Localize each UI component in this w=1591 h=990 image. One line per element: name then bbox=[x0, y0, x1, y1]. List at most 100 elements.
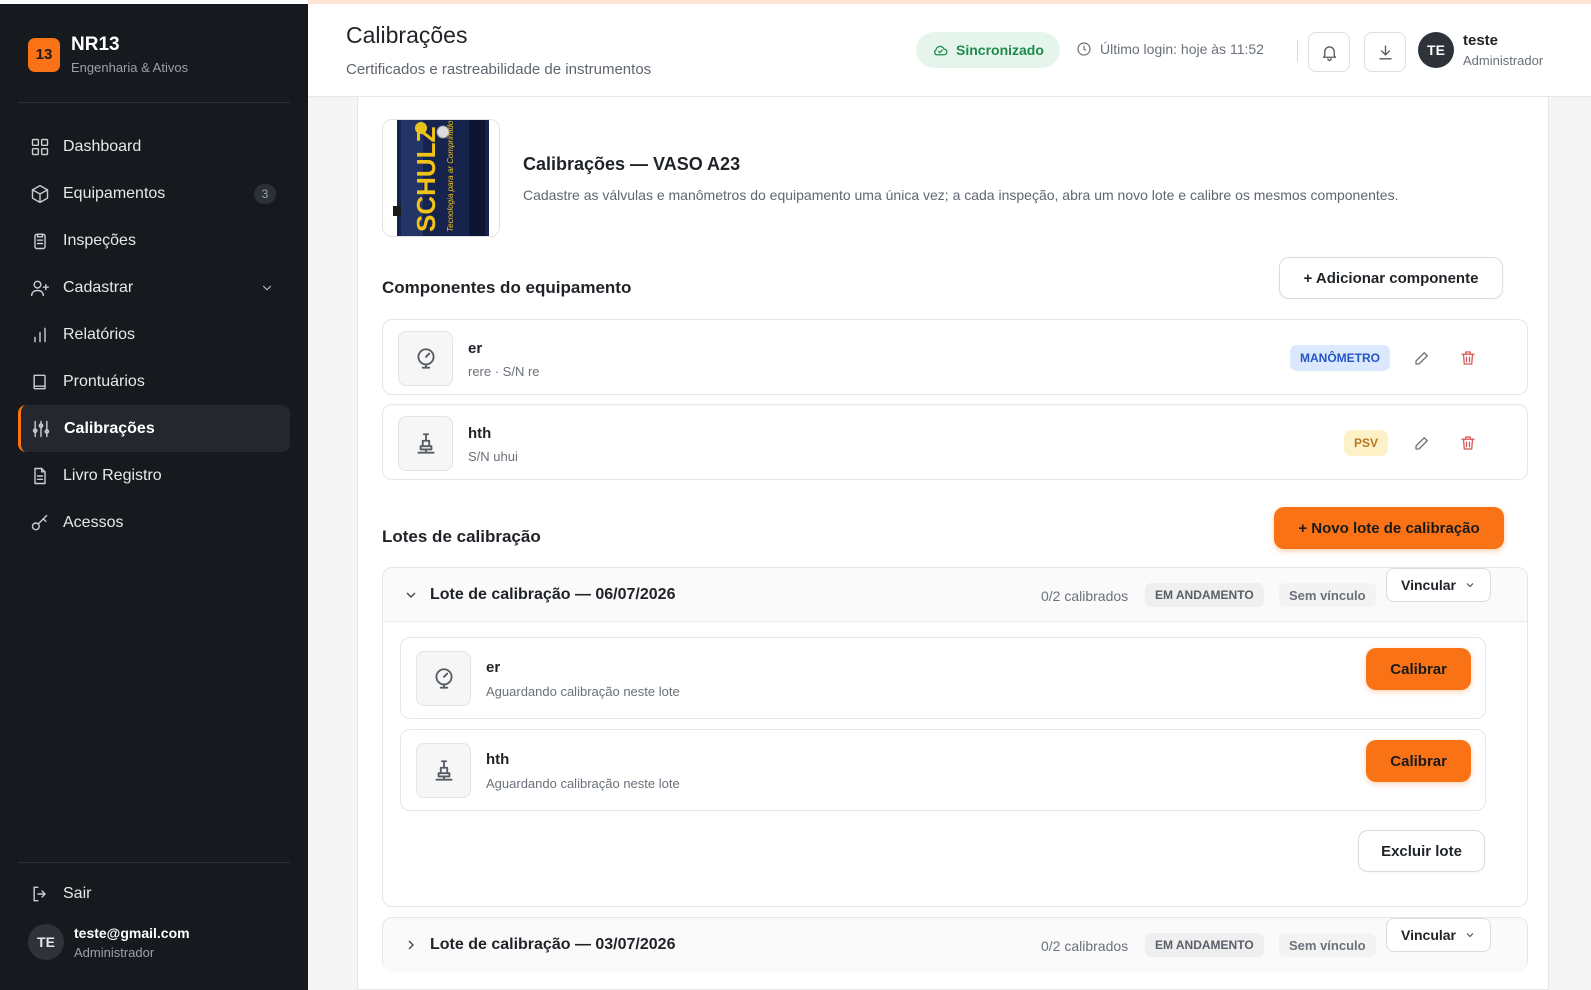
component-row[interactable]: er rere · S/N re MANÔMETRO bbox=[382, 319, 1528, 395]
chevron-down-icon bbox=[1466, 583, 1474, 588]
clock-icon bbox=[1077, 42, 1091, 56]
lotes-section-title: Lotes de calibração bbox=[382, 527, 541, 546]
sidebar-nav: Dashboard Equipamentos 3 Inspeções Cadas… bbox=[18, 123, 290, 546]
trash-icon bbox=[1461, 351, 1475, 365]
lote-header[interactable]: Lote de calibração — 06/07/2026 0/2 cali… bbox=[383, 568, 1527, 622]
calibrar-button[interactable]: Calibrar bbox=[1366, 648, 1471, 690]
sidebar-item-label: Relatórios bbox=[63, 325, 136, 343]
sidebar-item-equipamentos[interactable]: Equipamentos 3 bbox=[18, 170, 290, 217]
sliders-icon bbox=[32, 420, 50, 437]
lote-progress: 0/2 calibrados bbox=[1041, 588, 1129, 604]
logout-label: Sair bbox=[63, 885, 92, 902]
component-meta: S/N uhui bbox=[468, 449, 518, 464]
edit-component-button[interactable] bbox=[1411, 347, 1433, 369]
equipment-photo: SCHULZ Tecnologia para ar Comprimido bbox=[383, 120, 499, 236]
lote-progress: 0/2 calibrados bbox=[1041, 938, 1129, 954]
lote-header[interactable]: Lote de calibração — 03/07/2026 0/2 cali… bbox=[383, 918, 1527, 972]
component-name: hth bbox=[468, 425, 492, 442]
sidebar-item-inspecoes[interactable]: Inspeções bbox=[18, 217, 290, 264]
vincular-label: Vincular bbox=[1401, 577, 1456, 593]
lote-link-badge: Sem vínculo bbox=[1279, 583, 1376, 607]
lote-status-badge: EM ANDAMENTO bbox=[1145, 933, 1264, 957]
sidebar-item-label: Livro Registro bbox=[63, 466, 162, 484]
sidebar-user[interactable]: TE teste@gmail.com Administrador bbox=[28, 924, 190, 960]
lote-entry: hth Aguardando calibração neste lote Cal… bbox=[400, 729, 1486, 811]
equipment-title: Calibrações — VASO A23 bbox=[523, 154, 741, 174]
notifications-button[interactable] bbox=[1308, 32, 1350, 72]
brand[interactable]: 13 NR13 Engenharia & Ativos bbox=[28, 34, 188, 75]
vincular-dropdown[interactable]: Vincular bbox=[1386, 918, 1491, 952]
components-section-title: Componentes do equipamento bbox=[382, 278, 632, 297]
last-login: Último login: hoje às 11:52 bbox=[1076, 41, 1264, 57]
brand-logo: 13 bbox=[28, 37, 60, 72]
sidebar-divider bbox=[18, 102, 290, 103]
user-role: Administrador bbox=[74, 944, 155, 960]
sidebar-item-label: Equipamentos bbox=[63, 184, 166, 202]
header-user-menu[interactable]: TE teste Administrador bbox=[1418, 32, 1543, 68]
lote-status-badge: EM ANDAMENTO bbox=[1145, 583, 1264, 607]
new-lote-button[interactable]: + Novo lote de calibração bbox=[1274, 507, 1504, 549]
sync-label: Sincronizado bbox=[956, 42, 1044, 58]
add-component-button[interactable]: + Adicionar componente bbox=[1279, 257, 1503, 299]
last-login-text: Último login: hoje às 11:52 bbox=[1100, 41, 1264, 57]
sidebar-item-label: Prontuários bbox=[63, 372, 145, 390]
logout-button[interactable]: Sair bbox=[18, 874, 290, 914]
cloud-check-icon bbox=[934, 45, 948, 55]
delete-component-button[interactable] bbox=[1457, 432, 1479, 454]
user-plus-icon bbox=[30, 280, 50, 296]
page-subtitle: Certificados e rastreabilidade de instru… bbox=[346, 61, 652, 78]
lote-title: Lote de calibração — 06/07/2026 bbox=[430, 586, 676, 603]
brand-mark: SCHULZ bbox=[411, 126, 441, 232]
gauge-icon bbox=[416, 651, 471, 706]
logout-icon bbox=[33, 886, 47, 902]
equipment-description: Cadastre as válvulas e manômetros do equ… bbox=[523, 187, 1399, 203]
avatar: TE bbox=[28, 924, 64, 960]
lote-panel: Lote de calibração — 03/07/2026 0/2 cali… bbox=[382, 917, 1528, 972]
user-email: teste@gmail.com bbox=[74, 924, 190, 941]
sidebar-divider bbox=[18, 862, 290, 863]
sidebar-item-calibracoes[interactable]: Calibrações bbox=[18, 405, 290, 452]
vincular-label: Vincular bbox=[1401, 927, 1456, 943]
calibration-card: SCHULZ Tecnologia para ar Comprimido Cal… bbox=[357, 97, 1549, 990]
lote-entry: er Aguardando calibração neste lote Cali… bbox=[400, 637, 1486, 719]
header-divider bbox=[1297, 40, 1298, 62]
chevron-right-icon bbox=[408, 940, 414, 950]
trash-icon bbox=[1461, 436, 1475, 450]
sidebar-item-acessos[interactable]: Acessos bbox=[18, 499, 290, 546]
valve-icon bbox=[416, 743, 471, 798]
lote-entry-status: Aguardando calibração neste lote bbox=[486, 684, 680, 699]
equipment-thumbnail: SCHULZ Tecnologia para ar Comprimido bbox=[382, 119, 500, 237]
page-title: Calibrações bbox=[346, 22, 468, 48]
chevron-down-icon bbox=[263, 285, 271, 290]
bar-chart-icon bbox=[34, 327, 46, 342]
component-type-badge: PSV bbox=[1344, 430, 1389, 456]
avatar: TE bbox=[1418, 32, 1454, 68]
sync-status-badge: Sincronizado bbox=[916, 32, 1060, 68]
vincular-dropdown[interactable]: Vincular bbox=[1386, 568, 1491, 602]
sidebar-item-livro-registro[interactable]: Livro Registro bbox=[18, 452, 290, 499]
chevron-down-icon bbox=[1466, 933, 1474, 938]
delete-lote-button[interactable]: Excluir lote bbox=[1358, 830, 1485, 872]
bell-icon bbox=[1322, 45, 1336, 61]
component-meta: rere · S/N re bbox=[468, 364, 540, 379]
download-button[interactable] bbox=[1364, 32, 1406, 72]
sidebar-item-cadastrar[interactable]: Cadastrar bbox=[18, 264, 290, 311]
user-name: teste bbox=[1463, 32, 1499, 49]
sidebar-item-prontuarios[interactable]: Prontuários bbox=[18, 358, 290, 405]
page-header: Calibrações Certificados e rastreabilida… bbox=[308, 0, 1591, 97]
component-row[interactable]: hth S/N uhui PSV bbox=[382, 404, 1528, 480]
sidebar-item-label: Dashboard bbox=[63, 137, 142, 155]
lote-panel: Lote de calibração — 06/07/2026 0/2 cali… bbox=[382, 567, 1528, 907]
edit-component-button[interactable] bbox=[1411, 432, 1433, 454]
lote-entry-name: hth bbox=[486, 751, 510, 768]
brand-tagline: Tecnologia para ar Comprimido bbox=[446, 120, 455, 232]
calibrar-button[interactable]: Calibrar bbox=[1366, 740, 1471, 782]
sidebar-item-label: Calibrações bbox=[64, 419, 155, 437]
sidebar-item-dashboard[interactable]: Dashboard bbox=[18, 123, 290, 170]
brand-subtitle: Engenharia & Ativos bbox=[71, 60, 189, 75]
lote-link-badge: Sem vínculo bbox=[1279, 933, 1376, 957]
clipboard-icon bbox=[34, 233, 46, 249]
pencil-icon bbox=[1415, 437, 1428, 450]
sidebar-item-relatorios[interactable]: Relatórios bbox=[18, 311, 290, 358]
delete-component-button[interactable] bbox=[1457, 347, 1479, 369]
